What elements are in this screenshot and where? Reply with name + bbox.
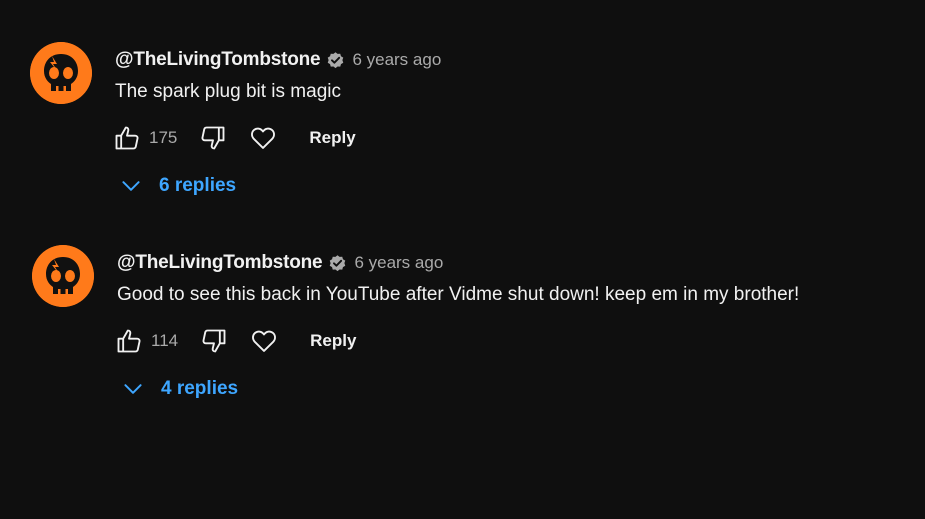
comment-text: The spark plug bit is magic	[115, 81, 341, 102]
avatar[interactable]	[32, 245, 94, 307]
reply-button[interactable]: Reply	[309, 128, 355, 148]
heart-icon[interactable]	[248, 325, 280, 357]
chevron-down-icon	[122, 181, 140, 191]
thumbs-up-icon[interactable]	[113, 325, 145, 357]
thumbs-up-icon[interactable]	[111, 122, 143, 154]
author-name[interactable]: @TheLivingTombstone	[115, 49, 321, 71]
skull-avatar-icon	[32, 245, 94, 307]
comment-actions: 114 Reply	[113, 325, 356, 357]
comment-actions: 175 Reply	[111, 122, 356, 154]
view-replies-button[interactable]: 4 replies	[120, 375, 238, 403]
replies-count-label: 6 replies	[159, 175, 237, 196]
view-replies-button[interactable]: 6 replies	[118, 172, 236, 200]
heart-icon[interactable]	[247, 122, 279, 154]
comment-timestamp[interactable]: 6 years ago	[352, 50, 441, 70]
reply-button[interactable]: Reply	[310, 331, 356, 351]
comment-thread: @TheLivingTombstone 6 years ago The spar…	[0, 42, 925, 242]
thumbs-down-icon[interactable]	[198, 325, 230, 357]
comment-text: Good to see this back in YouTube after V…	[117, 284, 800, 305]
chevron-down-icon	[124, 384, 142, 394]
skull-avatar-icon	[30, 42, 92, 104]
avatar[interactable]	[30, 42, 92, 104]
comment-timestamp[interactable]: 6 years ago	[354, 253, 443, 273]
like-count: 175	[149, 128, 178, 147]
replies-count-label: 4 replies	[161, 378, 239, 399]
verified-badge-icon	[328, 254, 347, 273]
comment-thread: @TheLivingTombstone 6 years ago Good to …	[0, 245, 925, 445]
author-name[interactable]: @TheLivingTombstone	[117, 252, 323, 274]
comment-header: @TheLivingTombstone 6 years ago	[115, 47, 441, 73]
verified-badge-icon	[326, 51, 345, 70]
thumbs-down-icon[interactable]	[197, 122, 229, 154]
like-count: 114	[151, 331, 179, 350]
comment-header: @TheLivingTombstone 6 years ago	[117, 250, 443, 276]
